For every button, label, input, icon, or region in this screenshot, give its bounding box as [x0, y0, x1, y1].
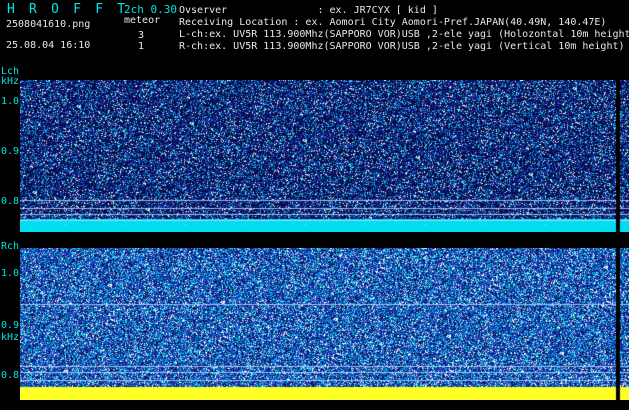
observer-info: Ovserver : ex. JR7CYX [ kid ] [179, 5, 438, 16]
filename: 2508041610.png [6, 19, 91, 30]
lch-ytick: 1.0 [1, 96, 20, 107]
rch-spectrogram [20, 248, 629, 400]
lch-ytick: 0.8 [1, 196, 20, 207]
lch-unit: kHz [1, 76, 20, 87]
datetime: 25.08.04 16:10 [6, 40, 91, 51]
rch-unit: kHz [1, 332, 20, 343]
rch-label: Rch [1, 241, 20, 252]
app-version: 2ch 0.30 [124, 3, 177, 16]
rch-spectrogram-canvas [20, 248, 629, 400]
lch-info: L-ch:ex. UV5R 113.900Mhz(SAPPORO VOR)USB… [179, 29, 629, 40]
lch-spectrogram-canvas [20, 80, 629, 232]
rch-ytick: 1.0 [1, 268, 20, 279]
location-info: Receiving Location : ex. Aomori City Aom… [179, 17, 607, 28]
count-rch: 1 [138, 41, 145, 52]
rch-info: R-ch:ex. UV5R 113.900Mhz(SAPPORO VOR)USB… [179, 41, 625, 52]
rch-ytick: 0.9 [1, 320, 20, 331]
lch-spectrogram [20, 80, 629, 232]
lch-ytick: 0.9 [1, 146, 20, 157]
app-name: H R O F F T [7, 2, 129, 17]
mode-label: meteor [124, 15, 161, 26]
count-lch: 3 [138, 30, 145, 41]
rch-ytick: 0.8 [1, 370, 20, 381]
